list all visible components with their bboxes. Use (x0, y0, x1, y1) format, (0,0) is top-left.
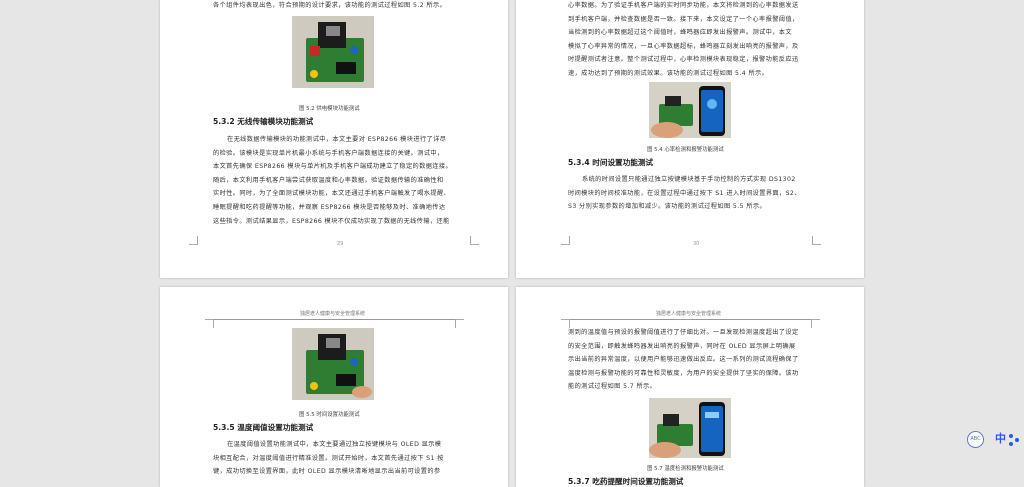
section-5-3-5-heading: 5.3.5 温度阈值设置功能测试 (213, 423, 314, 432)
paragraph-line: 到手机客户端，并检查数据是否一致。接下来，本文设定了一个心率报警阈值， (568, 15, 799, 23)
paragraph-line: 的检验。该模块是实现单片机最小系统与手机客户端数据连接的关键。测试中， (213, 149, 444, 157)
figure-5-7-image (649, 398, 731, 458)
power-module-photo (292, 16, 374, 88)
paragraph-line: 这些指令。测试结果显示，ESP8266 模块不仅成功实现了数据的无线传输，还能 (213, 217, 450, 225)
corner-mark (189, 236, 198, 245)
time-setting-photo (292, 328, 374, 400)
paragraph-line: 模拟了心率异常的情况，一旦心率数据超标，蜂鸣器立刻发出响亮的报警声，及 (568, 42, 799, 50)
header-rule (213, 319, 455, 320)
paragraph-line: 能的测试过程如图 5.7 所示。 (568, 383, 657, 391)
page1-top-text: 各个组件均表现出色，符合预期的设计要求，该功能的测试过程如图 5.2 所示。 (213, 2, 447, 9)
figure-5-4-caption: 图 5.4 心率检测和报警功能测试 (647, 147, 724, 153)
paragraph-line: 速，成功达到了预期的测试效果。该功能的测试过程如图 5.4 所示。 (568, 69, 769, 77)
language-toggle-button[interactable]: 中 (995, 431, 1006, 447)
figure-5-5-image (292, 328, 374, 400)
paragraph-line: 睡眠提醒和吃药提醒等功能，并观察 ESP8266 模块是否能够及时、准确地传达 (213, 203, 446, 211)
document-page-4: 独居老人健康与安全管理系统 测到的温度值与预设的报警阈值进行了仔细比对。一旦发现… (516, 287, 864, 487)
section-5-3-4-heading: 5.3.4 时间设置功能测试 (568, 158, 654, 167)
corner-mark (455, 319, 464, 328)
figure-5-2-image (292, 16, 374, 88)
page-number: 30 (693, 241, 700, 247)
heart-rate-test-photo (649, 82, 731, 138)
page3-paragraph: 在温度阈值设置功能测试中，本文主要通过独立按键模块与 OLED 显示模 块相互配… (213, 438, 444, 479)
document-page-2: 心率数据。为了验证手机客户端的实时同步功能，本文将检测到的心率数据发送 到手机客… (516, 0, 864, 278)
page4-paragraph: 测到的温度值与预设的报警阈值进行了仔细比对。一旦发现检测温度超出了设定 的安全范… (568, 326, 799, 394)
figure-5-7-caption: 图 5.7 温度检测和报警功能测试 (647, 466, 724, 472)
paragraph-line: S3 分别实现参数的增加和减少。该功能的测试过程如图 5.5 所示。 (568, 203, 767, 211)
paragraph-line: 块相互配合，对温度阈值进行精准设置。测试开始时，本文首先通过按下 S1 按 (213, 454, 444, 462)
section-5-3-7-heading: 5.3.7 吃药提醒时间设置功能测试 (568, 477, 684, 486)
page1-paragraph: 在无线数据传输模块的功能测试中，本文主要对 ESP8266 模块进行了详尽 的检… (213, 133, 452, 228)
figure-5-4-image (649, 82, 731, 138)
figure-5-5-caption: 图 5.5 时间设置功能测试 (299, 412, 360, 418)
paragraph-line: 测到的温度值与预设的报警阈值进行了仔细比对。一旦发现检测温度超出了设定 (568, 329, 799, 336)
dots-icon[interactable] (1008, 432, 1020, 446)
paragraph-line: 的安全范围，即触发蜂鸣器发出响亮的报警声，同时在 OLED 显示屏上明确展 (568, 342, 796, 350)
page2-paragraph: 心率数据。为了验证手机客户端的实时同步功能，本文将检测到的心率数据发送 到手机客… (568, 0, 799, 81)
paragraph-line: 在无线数据传输模块的功能测试中，本文主要对 ESP8266 模块进行了详尽 (227, 136, 447, 143)
page2-paragraph-2: 系统的时间设置只能通过独立按键模块基于手动控制的方式实现 DS1302 时间模块… (568, 173, 801, 214)
paragraph-line: 温度检测与报警功能的可靠性和灵敏度，为用户的安全提供了坚实的保障。该功 (568, 369, 799, 377)
paragraph-line: 随后，本文利用手机客户端尝试获取温度和心率数据，验证数据传输的准确性和 (213, 176, 444, 184)
paragraph-line: 键，成功切换至设置界面，此时 OLED 显示模块清晰地显示出当前可设置的参 (213, 468, 441, 476)
document-page-1: 各个组件均表现出色，符合预期的设计要求，该功能的测试过程如图 5.2 所示。 图… (160, 0, 508, 278)
paragraph-line: 示出当前的异常温度，以便用户能够迅速做出反应。这一系列的测试流程确保了 (568, 356, 799, 364)
figure-5-2-caption: 图 5.2 供电模块功能测试 (299, 106, 360, 112)
paragraph-line: 心率数据。为了验证手机客户端的实时同步功能，本文将检测到的心率数据发送 (568, 2, 799, 9)
page-number: 29 (337, 241, 344, 247)
temperature-test-photo (649, 398, 731, 458)
paragraph-line: 时提醒测试者注意。整个测试过程中，心率检测模块表现稳定，报警功能反应迅 (568, 56, 799, 64)
corner-mark (561, 236, 570, 245)
corner-mark (811, 319, 820, 328)
translate-button[interactable]: ABC (967, 431, 984, 448)
paragraph-line: 时间模块的时间校准功能，在设置过程中通过按下 S1 进入时间设置界面，S2、 (568, 189, 801, 197)
running-header: 独居老人健康与安全管理系统 (300, 311, 366, 317)
paragraph-line: 在温度阈值设置功能测试中，本文主要通过独立按键模块与 OLED 显示模 (227, 441, 442, 448)
running-header: 独居老人健康与安全管理系统 (656, 311, 722, 317)
document-page-3: 独居老人健康与安全管理系统 图 5.5 时间设置功能测试 5.3.5 温度阈值设… (160, 287, 508, 487)
paragraph-line: 本文首先确保 ESP8266 模块与单片机及手机客户端成功建立了稳定的数据连接。 (213, 163, 453, 171)
paragraph-line: 实时性。同时，为了全面测试模块功能，本文还通过手机客户端触发了喝水提醒、 (213, 190, 451, 198)
paragraph-line: 系统的时间设置只能通过独立按键模块基于手动控制的方式实现 DS1302 (582, 176, 796, 183)
corner-mark (812, 236, 821, 245)
paragraph-line: 当检测到的心率数据超过这个阈值时，蜂鸣器应即发出报警声。测试中，本文 (568, 29, 792, 37)
section-5-3-2-heading: 5.3.2 无线传输模块功能测试 (213, 117, 314, 126)
corner-mark (205, 319, 214, 328)
header-rule (569, 319, 811, 320)
corner-mark (470, 236, 479, 245)
